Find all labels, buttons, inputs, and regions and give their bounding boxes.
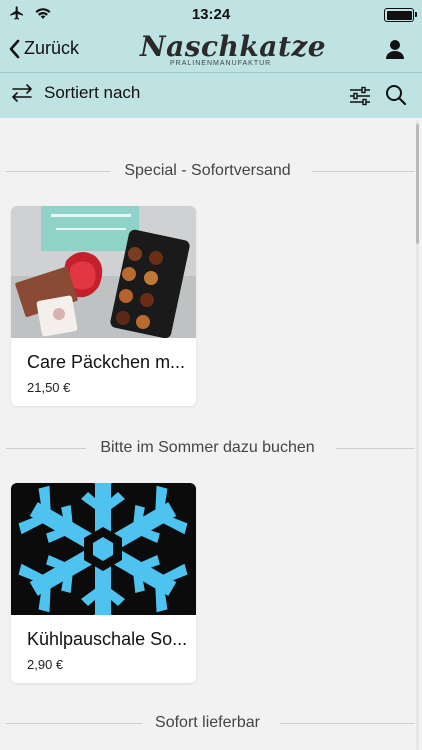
logo-wordmark: Naschkatze [140, 30, 327, 63]
product-card[interactable]: Care Päckchen m... 21,50 € [11, 206, 196, 406]
logo-subtitle: PRALINENMANUFAKTUR [170, 60, 272, 67]
sort-toolbar: Sortiert nach [0, 73, 422, 118]
user-account-button[interactable] [384, 38, 406, 60]
section-title: Special - Sofortversand [124, 162, 291, 179]
product-price: 21,50 € [27, 380, 71, 395]
filter-button[interactable] [348, 84, 372, 108]
user-icon [386, 40, 404, 59]
brand-logo: Naschkatze PRALINENMANUFAKTUR [140, 30, 326, 70]
chevron-left-icon [9, 39, 20, 58]
status-bar: 13:24 [0, 0, 422, 28]
product-image [11, 206, 196, 338]
sort-label: Sortiert nach [44, 83, 141, 102]
nav-bar: Zurück Naschkatze PRALINENMANUFAKTUR [0, 28, 422, 72]
section-header: Sofort lieferbar [0, 711, 415, 735]
sort-button[interactable]: Sortiert nach [10, 83, 140, 103]
section-title: Sofort lieferbar [155, 714, 260, 731]
search-icon [386, 85, 407, 106]
sort-arrows-icon [12, 84, 32, 102]
battery-icon [384, 8, 417, 22]
status-time: 13:24 [191, 6, 231, 23]
app-header: 13:24 Zurück Naschkatze PRALINENMANUFAKT… [0, 0, 422, 118]
product-name: Care Päckchen m... [27, 352, 186, 372]
product-image [11, 483, 196, 615]
back-label: Zurück [24, 38, 80, 58]
back-button[interactable]: Zurück [8, 38, 79, 59]
product-price: 2,90 € [27, 657, 64, 672]
search-button[interactable] [384, 83, 408, 107]
product-list[interactable]: Special - Sofortversand Care Päckchen m.… [0, 118, 415, 750]
section-header: Bitte im Sommer dazu buchen [0, 436, 415, 460]
sliders-icon [350, 86, 370, 106]
product-card[interactable]: Kühlpauschale So... 2,90 € [11, 483, 196, 683]
product-name: Kühlpauschale So... [27, 629, 188, 649]
scrollbar-thumb[interactable] [416, 124, 419, 244]
section-header: Special - Sofortversand [0, 159, 415, 183]
section-title: Bitte im Sommer dazu buchen [100, 439, 315, 456]
